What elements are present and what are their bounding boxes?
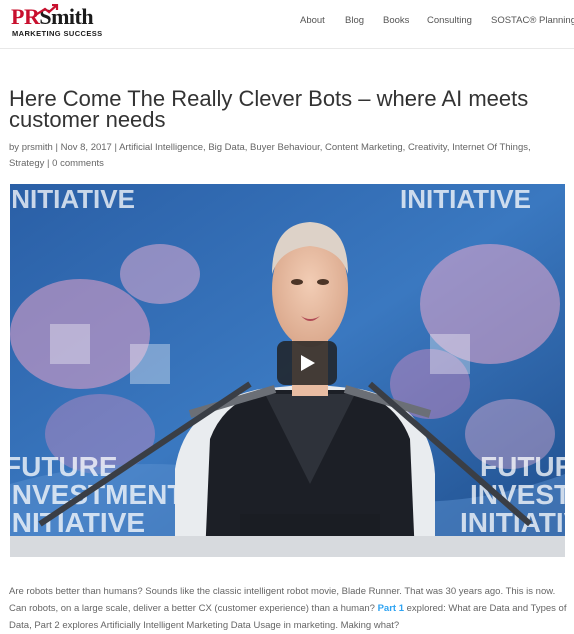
nav-about[interactable]: About — [300, 15, 325, 27]
meta-by: by — [9, 142, 20, 153]
meta-separator: | — [44, 158, 53, 169]
nav-consulting[interactable]: Consulting — [427, 15, 472, 27]
play-icon — [301, 355, 315, 371]
category-link-creativity[interactable]: Creativity — [408, 142, 447, 153]
category-link-big-data[interactable]: Big Data — [208, 142, 244, 153]
category-link-ai[interactable]: Artificial Intelligence — [119, 142, 203, 153]
category-link-buyer-behaviour[interactable]: Buyer Behaviour — [250, 142, 320, 153]
post-body: Are robots better than humans? Sounds li… — [9, 583, 567, 634]
video-play-button[interactable] — [277, 341, 337, 385]
post-title: Here Come The Really Clever Bots – where… — [9, 86, 529, 132]
text-cursor-icon: I — [405, 94, 409, 108]
site-header: PRSmith MARKETING SUCCESS About Blog Boo… — [0, 0, 574, 49]
video-player[interactable]: INITIATIVE INITIATIVE FUTURE INVESTMENT … — [10, 184, 565, 557]
category-link-iot[interactable]: Internet Of Things — [452, 142, 528, 153]
category-link-content-marketing[interactable]: Content Marketing — [325, 142, 403, 153]
meta-separator: | — [111, 142, 120, 153]
logo-tagline: MARKETING SUCCESS — [12, 29, 103, 38]
main-nav: About Blog Books Consulting SOSTAC® Plan… — [0, 15, 574, 29]
backdrop-word: FUTURE — [10, 451, 118, 482]
category-link-strategy[interactable]: Strategy — [9, 158, 44, 169]
meta-separator: | — [52, 142, 61, 153]
meta-author-link[interactable]: prsmith — [22, 142, 53, 153]
post-meta: by prsmith | Nov 8, 2017 | Artificial In… — [9, 142, 531, 169]
meta-date: Nov 8, 2017 — [60, 142, 112, 153]
backdrop-word: INITIATIVE — [10, 507, 145, 538]
nav-books[interactable]: Books — [383, 15, 409, 27]
backdrop-word: INITIATIVE — [400, 184, 531, 214]
comments-link[interactable]: 0 comments — [52, 158, 104, 169]
part-1-link[interactable]: Part 1 — [378, 603, 404, 614]
backdrop-word: FUTURE — [480, 451, 565, 482]
backdrop-word: INITIATIVE — [10, 184, 135, 214]
nav-sostac-planning[interactable]: SOSTAC® Planning — [491, 15, 574, 27]
nav-blog[interactable]: Blog — [345, 15, 364, 27]
